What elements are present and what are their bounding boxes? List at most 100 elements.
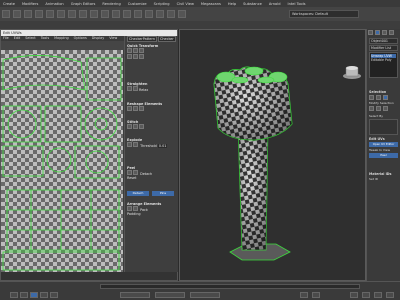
peel-button[interactable]: Peel bbox=[369, 153, 398, 158]
modify-tab-icon[interactable] bbox=[375, 30, 380, 35]
shrink-icon[interactable] bbox=[376, 106, 381, 111]
menu-item-customize[interactable]: Customize bbox=[128, 2, 147, 6]
pan-icon[interactable] bbox=[362, 292, 370, 298]
go-to-end-icon[interactable] bbox=[50, 292, 58, 298]
edge-mode-icon[interactable] bbox=[376, 95, 381, 100]
stitch-icon-1[interactable] bbox=[127, 124, 132, 129]
menu-item-intel-tools[interactable]: Intel Tools bbox=[288, 2, 306, 6]
menu-item-civil-view[interactable]: Civil View bbox=[177, 2, 194, 6]
orbit-icon[interactable] bbox=[374, 292, 382, 298]
select-by-name-icon[interactable] bbox=[57, 10, 65, 18]
reset-label: Reset bbox=[127, 176, 137, 180]
flip-h-icon[interactable] bbox=[127, 54, 132, 59]
viewcube-icon[interactable] bbox=[343, 66, 361, 79]
scale-icon[interactable] bbox=[90, 10, 98, 18]
material-editor-icon[interactable] bbox=[156, 10, 164, 18]
select-icon[interactable] bbox=[46, 10, 54, 18]
uv-island bbox=[86, 57, 122, 101]
align-v-icon[interactable] bbox=[133, 48, 138, 53]
weld-threshold-field[interactable]: 0.01 bbox=[157, 144, 168, 148]
menu-item-help[interactable]: Help bbox=[228, 2, 236, 6]
open-uv-editor-button[interactable]: Open UV Editor bbox=[369, 142, 398, 147]
menu-item-megascans[interactable]: Megascans bbox=[201, 2, 221, 6]
redo-icon[interactable] bbox=[13, 10, 21, 18]
maximize-viewport-icon[interactable] bbox=[386, 292, 394, 298]
y-coord-field[interactable] bbox=[155, 292, 185, 298]
hierarchy-tab-icon[interactable] bbox=[382, 30, 387, 35]
menu-item-substance[interactable]: Substance bbox=[243, 2, 262, 6]
uv-canvas[interactable] bbox=[1, 50, 123, 272]
z-coord-field[interactable] bbox=[190, 292, 220, 298]
reshape-icon-3[interactable] bbox=[139, 106, 144, 111]
reshape-icon-2[interactable] bbox=[133, 106, 138, 111]
modifier-stack: Unwrap UVW Editable Poly bbox=[369, 52, 398, 78]
ribbon-bar bbox=[0, 21, 400, 29]
flip-v-icon[interactable] bbox=[133, 54, 138, 59]
menu-item-animation[interactable]: Animation bbox=[45, 2, 63, 6]
create-tab-icon[interactable] bbox=[368, 30, 373, 35]
stitch-icon-2[interactable] bbox=[133, 124, 138, 129]
move-icon[interactable] bbox=[68, 10, 76, 18]
go-to-start-icon[interactable] bbox=[10, 292, 18, 298]
pins-button[interactable]: Pins bbox=[152, 191, 174, 196]
zoom-icon[interactable] bbox=[350, 292, 358, 298]
set-key-icon[interactable] bbox=[312, 292, 320, 298]
menu-item-graph-editors[interactable]: Graph Editors bbox=[71, 2, 96, 6]
explode-icon-1[interactable] bbox=[127, 142, 132, 147]
play-icon[interactable] bbox=[30, 292, 38, 298]
snap-icon[interactable] bbox=[101, 10, 109, 18]
time-slider[interactable] bbox=[100, 284, 360, 289]
peel-icon[interactable] bbox=[127, 170, 132, 175]
material-ids-rollout[interactable]: Material IDs bbox=[369, 172, 398, 176]
vertex-mode-icon[interactable] bbox=[369, 95, 374, 100]
straighten-icon[interactable] bbox=[127, 86, 132, 91]
unlink-icon[interactable] bbox=[35, 10, 43, 18]
undo-icon[interactable] bbox=[2, 10, 10, 18]
polygon-mode-icon[interactable] bbox=[383, 95, 388, 100]
space-icon[interactable] bbox=[139, 54, 144, 59]
checker-dropdown[interactable]: Checker bbox=[158, 36, 176, 42]
stitch-icon-3[interactable] bbox=[139, 124, 144, 129]
checker-pattern-dropdown[interactable]: CheckerPattern bbox=[127, 36, 157, 42]
grow-icon[interactable] bbox=[369, 106, 374, 111]
tweak-in-view-button[interactable]: Tweak In View bbox=[369, 148, 398, 152]
menu-item-create[interactable]: Create bbox=[3, 2, 15, 6]
perspective-viewport[interactable] bbox=[179, 29, 366, 281]
stack-item-editable-poly[interactable]: Editable Poly bbox=[371, 58, 396, 62]
next-frame-icon[interactable] bbox=[40, 292, 48, 298]
layers-icon[interactable] bbox=[134, 10, 142, 18]
menu-item-modifiers[interactable]: Modifiers bbox=[22, 2, 38, 6]
pack-icon-1[interactable] bbox=[127, 206, 132, 211]
align-u-icon[interactable] bbox=[127, 48, 132, 53]
link-icon[interactable] bbox=[24, 10, 32, 18]
menu-item-arnold[interactable]: Arnold bbox=[269, 2, 281, 6]
motion-tab-icon[interactable] bbox=[389, 30, 394, 35]
uv-island bbox=[2, 55, 86, 91]
rotate-icon[interactable] bbox=[79, 10, 87, 18]
rotate-90-icon[interactable] bbox=[139, 48, 144, 53]
relax-icon[interactable] bbox=[133, 86, 138, 91]
curve-editor-icon[interactable] bbox=[145, 10, 153, 18]
edit-uvs-rollout[interactable]: Edit UVs bbox=[369, 137, 398, 141]
auto-key-icon[interactable] bbox=[300, 292, 308, 298]
render-icon[interactable] bbox=[178, 10, 186, 18]
explode-icon-2[interactable] bbox=[133, 142, 138, 147]
modifier-list-dropdown[interactable]: Modifier List bbox=[369, 45, 398, 51]
pack-label: Pack bbox=[140, 208, 148, 212]
object-name-field[interactable]: Object001 bbox=[369, 38, 398, 44]
render-setup-icon[interactable] bbox=[167, 10, 175, 18]
x-coord-field[interactable] bbox=[120, 292, 150, 298]
uv-island bbox=[6, 189, 120, 251]
loop-icon[interactable] bbox=[383, 106, 388, 111]
menu-item-scripting[interactable]: Scripting bbox=[154, 2, 170, 6]
mirror-icon[interactable] bbox=[112, 10, 120, 18]
reshape-icon-1[interactable] bbox=[127, 106, 132, 111]
selection-rollout[interactable]: Selection bbox=[369, 90, 398, 94]
align-icon[interactable] bbox=[123, 10, 131, 18]
pelt-icon[interactable] bbox=[133, 170, 138, 175]
workspace-selector[interactable]: Workspaces: Default bbox=[289, 10, 359, 18]
menu-item-rendering[interactable]: Rendering bbox=[102, 2, 120, 6]
detach-button[interactable]: Detach bbox=[127, 191, 149, 196]
prev-frame-icon[interactable] bbox=[20, 292, 28, 298]
pack-icon-2[interactable] bbox=[133, 206, 138, 211]
